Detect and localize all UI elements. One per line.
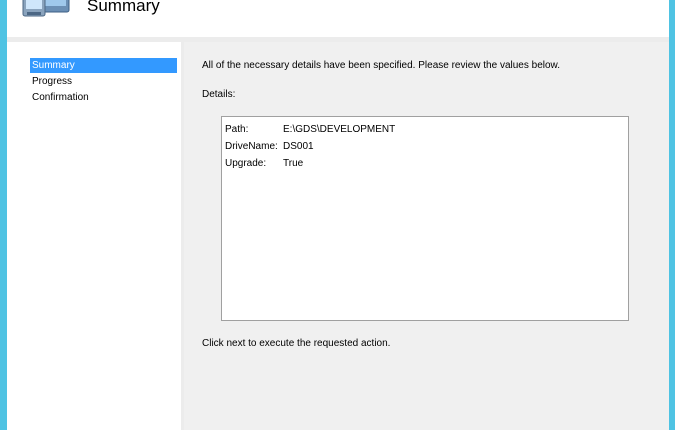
details-row: Upgrade: True [225, 155, 395, 172]
intro-text: All of the necessary details have been s… [202, 60, 560, 71]
sidebar-item-progress[interactable]: Progress [30, 74, 177, 89]
details-label: Details: [202, 89, 236, 100]
page-title: Summary [87, 0, 160, 15]
detail-key: Upgrade: [225, 158, 267, 169]
wizard-header: Summary [7, 0, 669, 37]
footer-instruction: Click next to execute the requested acti… [202, 338, 391, 349]
sidebar-item-confirmation[interactable]: Confirmation [30, 90, 177, 105]
window-frame: Summary Summary Progress Confirmation Al… [0, 0, 675, 430]
details-row: DriveName: DS001 [225, 138, 395, 155]
details-row: Path: E:\GDS\DEVELOPMENT [225, 121, 395, 138]
detail-key: DriveName: [225, 141, 278, 152]
sidebar-item-summary[interactable]: Summary [30, 58, 177, 73]
wizard-sidebar: Summary Progress Confirmation [7, 42, 181, 430]
detail-value: E:\GDS\DEVELOPMENT [283, 124, 396, 135]
computer-icon [21, 0, 71, 20]
details-table: Path: E:\GDS\DEVELOPMENT DriveName: DS00… [225, 121, 395, 172]
detail-key: Path: [225, 124, 249, 135]
detail-value: True [283, 158, 304, 169]
details-textbox[interactable]: Path: E:\GDS\DEVELOPMENT DriveName: DS00… [221, 116, 629, 321]
detail-value: DS001 [283, 141, 314, 152]
wizard-window: Summary Summary Progress Confirmation Al… [7, 0, 669, 430]
wizard-content: All of the necessary details have been s… [184, 42, 669, 430]
wizard-step-list: Summary Progress Confirmation [30, 58, 177, 106]
